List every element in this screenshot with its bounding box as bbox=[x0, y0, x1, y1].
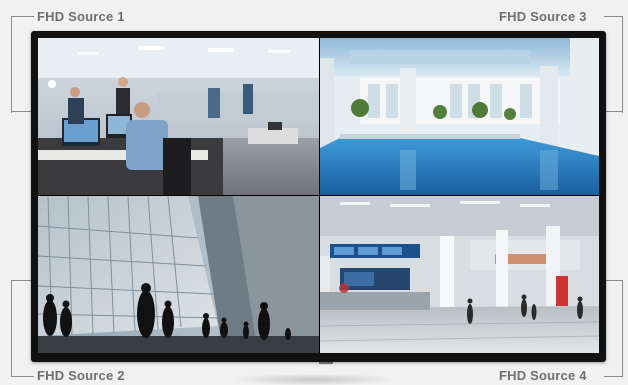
monitor-stand-shadow bbox=[236, 374, 392, 385]
source-2-label: FHD Source 2 bbox=[37, 368, 125, 383]
feed-source-3-pool[interactable] bbox=[320, 38, 599, 195]
feed-source-4-terminal[interactable] bbox=[320, 196, 599, 353]
brand-logo bbox=[319, 362, 333, 364]
monitor-display bbox=[31, 31, 606, 364]
feed-source-1-office[interactable] bbox=[38, 38, 319, 195]
feed-source-2-building[interactable] bbox=[38, 196, 319, 353]
bracket-bottom-left-tick bbox=[11, 280, 33, 281]
quad-view-screen bbox=[38, 38, 599, 364]
bracket-top-left-tick bbox=[11, 111, 33, 112]
source-3-label: FHD Source 3 bbox=[499, 9, 587, 24]
source-4-label: FHD Source 4 bbox=[499, 368, 587, 383]
source-1-label: FHD Source 1 bbox=[37, 9, 125, 24]
bracket-top-right bbox=[604, 16, 623, 113]
bracket-top-right-tick bbox=[604, 111, 622, 112]
bracket-bottom-right bbox=[604, 280, 623, 377]
bracket-bottom-right-tick bbox=[604, 280, 622, 281]
